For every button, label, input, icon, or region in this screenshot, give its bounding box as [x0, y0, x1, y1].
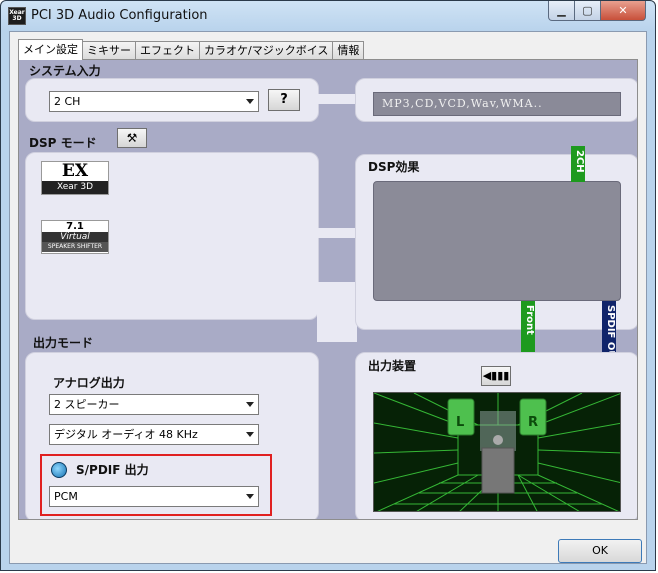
spdif-output-label: S/PDIF 出力 — [76, 463, 149, 477]
tab-karaoke[interactable]: カラオケ/マジックボイス — [199, 41, 334, 59]
speaker-select-value: 2 スピーカー — [54, 398, 120, 411]
spdif-format-select[interactable]: PCM — [49, 486, 259, 507]
maximize-button[interactable]: ▢ — [574, 1, 601, 21]
signal-bar-2ch: 2CH — [571, 146, 585, 182]
app-icon: Xear 3D — [8, 7, 26, 25]
ex-logo-title: EX — [61, 161, 89, 181]
ok-button[interactable]: OK — [558, 539, 642, 563]
tab-info[interactable]: 情報 — [332, 41, 365, 59]
system-input-value: 2 CH — [54, 95, 81, 108]
speaker-right-label[interactable]: R — [528, 415, 538, 430]
dsp-mode-title: DSP モード — [29, 136, 97, 150]
tab-effect[interactable]: エフェクト — [135, 41, 200, 59]
digital-audio-value: デジタル オーディオ 48 KHz — [54, 428, 198, 441]
app-icon-text: Xear 3D — [9, 9, 25, 22]
system-input-select[interactable]: 2 CH — [49, 91, 259, 112]
dsp-mode-settings-button[interactable]: ⚒ — [117, 128, 147, 148]
app-window: Xear 3D PCI 3D Audio Configuration ▁ ▢ ✕… — [0, 0, 656, 571]
help-button[interactable]: ? — [268, 89, 300, 111]
tab-strip: メイン設定 ミキサー エフェクト カラオケ/マジックボイス 情報 — [18, 39, 365, 60]
main-settings-panel: システム入力 2 CH ? MP3,CD,VCD,Wav,WMA.. DSP モ… — [18, 59, 638, 520]
ex-logo-subtitle: Xear 3D — [42, 181, 108, 194]
vs-logo-virtual: Virtual — [42, 232, 108, 242]
speaker-room-grid — [374, 393, 620, 511]
maximize-icon: ▢ — [582, 4, 593, 17]
connector-top — [317, 94, 357, 104]
chevron-down-icon — [246, 494, 254, 499]
chevron-down-icon — [246, 432, 254, 437]
speaker-room-view: L R — [373, 392, 621, 512]
spdif-icon[interactable] — [51, 462, 67, 478]
xear-3d-ex-toggle[interactable]: EX Xear 3D — [41, 161, 109, 195]
window-title: PCI 3D Audio Configuration — [31, 8, 208, 23]
speaker-test-button[interactable]: ◀▮▮▮ — [481, 366, 511, 386]
tab-main-settings[interactable]: メイン設定 — [18, 39, 83, 60]
title-bar[interactable]: Xear 3D PCI 3D Audio Configuration ▁ ▢ ✕ — [1, 1, 655, 31]
virtual-speaker-shifter-toggle[interactable]: 7.1 Virtual SPEAKER SHIFTER — [41, 220, 109, 254]
help-label: ? — [280, 92, 288, 107]
chevron-down-icon — [246, 99, 254, 104]
chevron-down-icon — [246, 402, 254, 407]
input-formats-display: MP3,CD,VCD,Wav,WMA.. — [373, 92, 621, 116]
spdif-format-value: PCM — [54, 490, 78, 503]
dsp-effect-display — [373, 181, 621, 301]
dsp-effect-title: DSP効果 — [368, 160, 420, 174]
connector-lower — [317, 282, 357, 342]
minimize-button[interactable]: ▁ — [548, 1, 575, 21]
minimize-icon: ▁ — [557, 4, 566, 17]
vs-logo-channels: 7.1 — [66, 221, 84, 232]
dialog-client: メイン設定 ミキサー エフェクト カラオケ/マジックボイス 情報 システム入力 … — [9, 31, 647, 564]
speaker-select[interactable]: 2 スピーカー — [49, 394, 259, 415]
speaker-left-label[interactable]: L — [456, 415, 464, 430]
output-mode-title: 出力モード — [33, 336, 94, 350]
connector-middle — [317, 228, 357, 238]
analog-output-label: アナログ出力 — [53, 376, 125, 390]
speaker-volume-icon: ◀▮▮▮ — [482, 369, 510, 382]
close-button[interactable]: ✕ — [600, 1, 646, 21]
vs-logo-caption: SPEAKER SHIFTER — [42, 242, 108, 252]
tab-mixer[interactable]: ミキサー — [82, 41, 136, 59]
digital-audio-select[interactable]: デジタル オーディオ 48 KHz — [49, 424, 259, 445]
hammer-icon: ⚒ — [126, 131, 138, 145]
close-icon: ✕ — [618, 4, 628, 17]
output-device-title: 出力装置 — [368, 359, 417, 373]
system-input-title: システム入力 — [29, 64, 101, 78]
